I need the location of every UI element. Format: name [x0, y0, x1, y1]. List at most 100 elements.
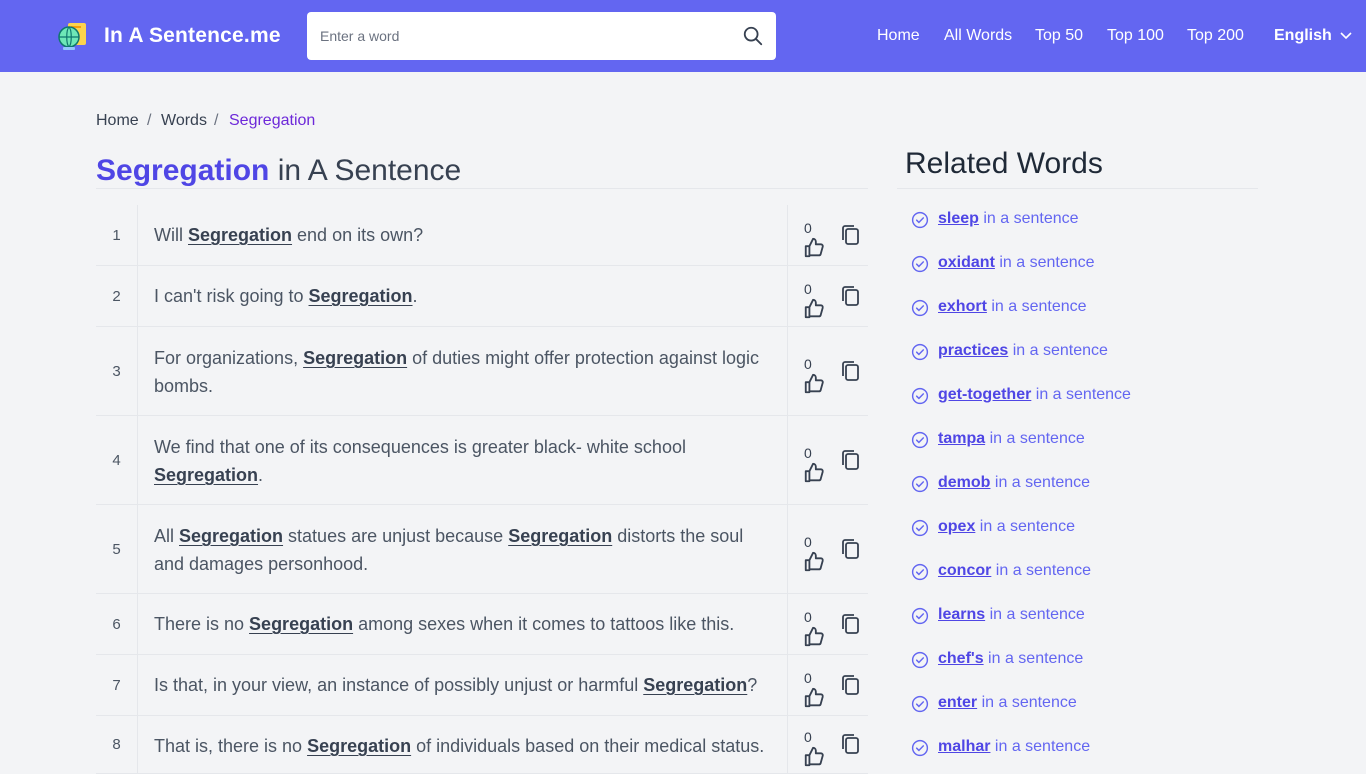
search-input[interactable] — [307, 12, 727, 60]
related-word-link[interactable]: tampa — [938, 430, 985, 447]
related-word-line: demob in a sentence — [938, 474, 1090, 492]
related-word-link[interactable]: concor — [938, 562, 991, 579]
nav-top-50[interactable]: Top 50 — [1035, 27, 1083, 45]
globe-book-icon[interactable] — [57, 20, 89, 52]
related-words-title: Related Words — [905, 147, 1103, 180]
search-box — [307, 12, 776, 60]
related-word-link[interactable]: opex — [938, 518, 975, 535]
copy-icon[interactable] — [840, 674, 860, 696]
page-title: Segregation in A Sentence — [96, 154, 461, 188]
vote-count: 0 — [804, 533, 812, 550]
sentence-number: 3 — [96, 327, 138, 415]
related-word-link[interactable]: practices — [938, 342, 1008, 359]
breadcrumb-separator: / — [147, 112, 152, 129]
related-word-suffix: in a sentence — [985, 430, 1085, 447]
vote-count: 0 — [804, 444, 812, 461]
chevron-down-icon[interactable] — [1340, 32, 1352, 40]
copy-icon[interactable] — [840, 360, 860, 382]
divider — [96, 188, 868, 189]
check-circle-icon — [911, 431, 929, 449]
sentence-row: 3 For organizations, Segregation of dutie… — [96, 327, 868, 416]
nav-top-200[interactable]: Top 200 — [1187, 27, 1244, 45]
related-word-line: learns in a sentence — [938, 606, 1085, 624]
related-word-line: tampa in a sentence — [938, 430, 1085, 448]
nav-top-100[interactable]: Top 100 — [1107, 27, 1164, 45]
related-word-suffix: in a sentence — [977, 694, 1077, 711]
copy-icon[interactable] — [840, 538, 860, 560]
thumbs-up-icon[interactable] — [803, 551, 825, 573]
copy-icon[interactable] — [840, 613, 860, 635]
copy-icon[interactable] — [840, 733, 860, 755]
thumbs-up-icon[interactable] — [803, 237, 825, 259]
thumbs-up-icon[interactable] — [803, 687, 825, 709]
thumbs-up-icon[interactable] — [803, 462, 825, 484]
column-divider — [787, 594, 788, 654]
check-circle-icon — [911, 651, 929, 669]
search-icon[interactable] — [742, 25, 764, 47]
highlighted-word: Segregation — [307, 736, 412, 756]
nav-home[interactable]: Home — [877, 27, 920, 45]
sentence-text: Will Segregation end on its own? — [154, 225, 424, 245]
highlighted-word: Segregation — [508, 526, 613, 546]
related-word-line: enter in a sentence — [938, 694, 1077, 712]
highlighted-word: Segregation — [303, 348, 408, 368]
related-word-link[interactable]: chef's — [938, 650, 984, 667]
copy-icon[interactable] — [840, 285, 860, 307]
related-word-link[interactable]: get-together — [938, 386, 1031, 403]
sentence-row: 2 I can't risk going to Segregation. 0 — [96, 266, 868, 327]
related-word-suffix: in a sentence — [986, 298, 1087, 315]
thumbs-up-icon[interactable] — [803, 746, 825, 768]
sentence-text: We find that one of its consequences is … — [154, 437, 686, 485]
copy-icon[interactable] — [840, 224, 860, 246]
breadcrumb-words[interactable]: Words — [161, 112, 207, 130]
nav-all-words[interactable]: All Words — [944, 27, 1012, 45]
related-word-line: exhort in a sentence — [938, 298, 1087, 316]
sentence-row: 1 Will Segregation end on its own? 0 — [96, 205, 868, 266]
related-word-link[interactable]: exhort — [938, 298, 987, 315]
brand-name[interactable]: In A Sentence.me — [104, 24, 281, 48]
column-divider — [787, 416, 788, 504]
sentence-text: I can't risk going to Segregation. — [154, 286, 418, 306]
breadcrumb-separator: / — [214, 112, 219, 129]
sentence-row: 7 Is that, in your view, an instance of p… — [96, 655, 868, 716]
check-circle-icon — [911, 607, 929, 625]
language-selector[interactable]: English — [1274, 27, 1332, 45]
column-divider — [787, 266, 788, 326]
highlighted-word: Segregation — [643, 675, 748, 695]
related-word-suffix: in a sentence — [985, 606, 1085, 623]
related-word-link[interactable]: demob — [938, 474, 990, 491]
check-circle-icon — [911, 519, 929, 537]
vote-count: 0 — [804, 280, 812, 297]
title-suffix: in A Sentence — [277, 154, 462, 187]
related-word-link[interactable]: learns — [938, 606, 985, 623]
sentence-text: For organizations, Segregation of duties… — [154, 348, 759, 396]
vote-count: 0 — [804, 669, 812, 686]
check-circle-icon — [911, 739, 929, 757]
related-word-line: concor in a sentence — [938, 562, 1091, 580]
vote-count: 0 — [804, 608, 812, 625]
related-word-link[interactable]: sleep — [938, 210, 979, 227]
related-word-line: oxidant in a sentence — [938, 254, 1095, 272]
copy-icon[interactable] — [840, 449, 860, 471]
thumbs-up-icon[interactable] — [803, 298, 825, 320]
breadcrumb-home[interactable]: Home — [96, 112, 139, 130]
column-divider — [787, 505, 788, 593]
related-word-suffix: in a sentence — [994, 254, 1095, 271]
thumbs-up-icon[interactable] — [803, 373, 825, 395]
sentence-number: 2 — [96, 266, 138, 326]
related-word-link[interactable]: enter — [938, 694, 977, 711]
related-word-line: opex in a sentence — [938, 518, 1075, 536]
highlighted-word: Segregation — [154, 465, 259, 485]
check-circle-icon — [911, 343, 929, 361]
thumbs-up-icon[interactable] — [803, 626, 825, 648]
related-word-link[interactable]: oxidant — [938, 254, 995, 271]
related-word-suffix: in a sentence — [978, 210, 1079, 227]
sentence-number: 1 — [96, 205, 138, 265]
related-word-suffix: in a sentence — [990, 474, 1091, 491]
related-word-suffix: in a sentence — [983, 650, 1084, 667]
sentence-row: 4 We find that one of its consequences is… — [96, 416, 868, 505]
sentence-text: There is no Segregation among sexes when… — [154, 614, 735, 634]
highlighted-word: Segregation — [179, 526, 284, 546]
related-word-link[interactable]: malhar — [938, 738, 990, 755]
column-divider — [787, 327, 788, 415]
